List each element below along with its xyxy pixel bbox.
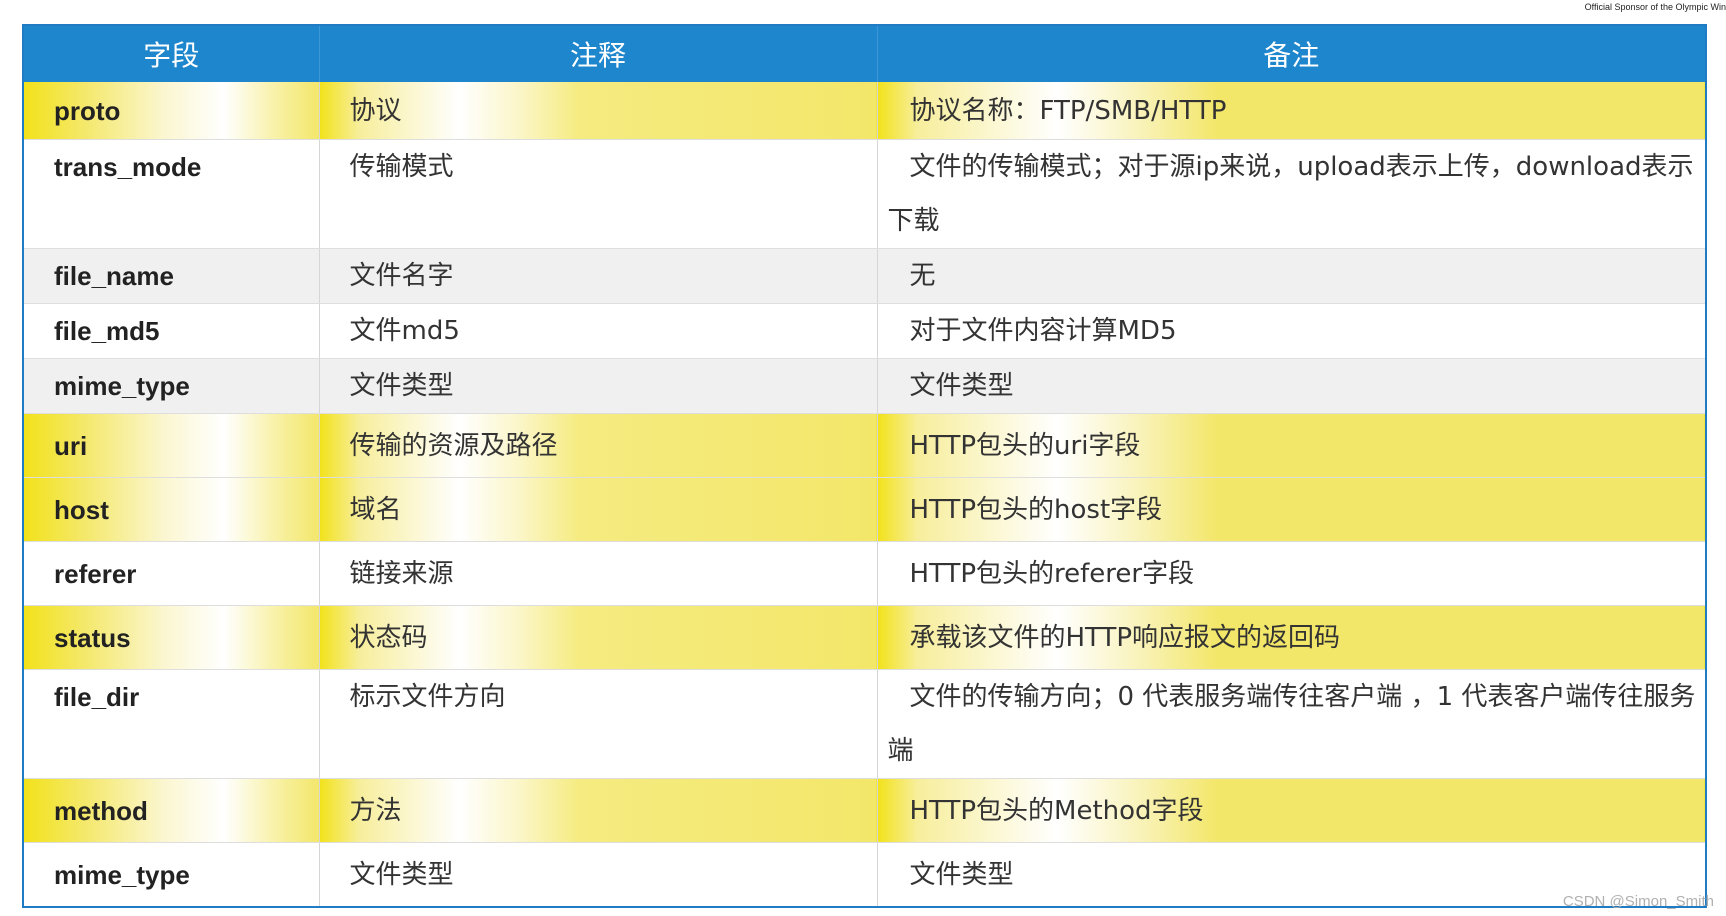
field-definition-table: 字段 注释 备注 proto 协议 协议名称：FTP/SMB/HTTP tran… <box>22 24 1707 908</box>
note-text: 文件的传输模式；对于源ip来说，upload表示上传，download表示下载 <box>887 152 1694 236</box>
description-cell: 传输的资源及路径 <box>319 413 878 478</box>
description-cell: 协议 <box>319 82 878 140</box>
field-cell: status <box>23 605 320 670</box>
table-row: file_name 文件名字 无 <box>23 248 1706 304</box>
note-cell: 对于文件内容计算MD5 <box>877 303 1706 359</box>
table-header: 字段 注释 备注 <box>23 25 1706 82</box>
note-cell: HTTP包头的host字段 <box>877 477 1706 542</box>
sponsor-caption: Official Sponsor of the Olympic Win <box>1584 2 1726 12</box>
note-text: HTTP包头的referer字段 <box>909 558 1195 589</box>
table-row: file_dir 标示文件方向 文件的传输方向；0 代表服务端传往客户端 ，1 … <box>23 669 1706 779</box>
description-cell: 方法 <box>319 778 878 843</box>
note-cell: 文件的传输方向；0 代表服务端传往客户端 ，1 代表客户端传往服务端 <box>877 669 1706 779</box>
table-row: trans_mode 传输模式 文件的传输模式；对于源ip来说，upload表示… <box>23 139 1706 249</box>
description-cell: 链接来源 <box>319 541 878 606</box>
note-text: 承载该文件的HTTP响应报文的返回码 <box>909 622 1341 653</box>
field-cell: host <box>23 477 320 542</box>
field-cell: file_name <box>23 248 320 304</box>
table-row: host 域名 HTTP包头的host字段 <box>23 477 1706 542</box>
table-row: file_md5 文件md5 对于文件内容计算MD5 <box>23 303 1706 359</box>
description-cell: 传输模式 <box>319 139 878 249</box>
note-text: 协议名称：FTP/SMB/HTTP <box>909 95 1227 126</box>
table-row: method 方法 HTTP包头的Method字段 <box>23 778 1706 843</box>
note-text: HTTP包头的host字段 <box>909 494 1163 525</box>
header-description: 注释 <box>319 25 878 82</box>
description-cell: 文件类型 <box>319 842 878 908</box>
note-cell: HTTP包头的Method字段 <box>877 778 1706 843</box>
note-text: 文件类型 <box>909 371 1014 401</box>
description-cell: 文件md5 <box>319 303 878 359</box>
note-cell: 承载该文件的HTTP响应报文的返回码 <box>877 605 1706 670</box>
description-cell: 域名 <box>319 477 878 542</box>
description-cell: 文件类型 <box>319 358 878 414</box>
table-body: proto 协议 协议名称：FTP/SMB/HTTP trans_mode 传输… <box>23 82 1706 908</box>
table-row: proto 协议 协议名称：FTP/SMB/HTTP <box>23 82 1706 140</box>
note-text: HTTP包头的Method字段 <box>909 795 1204 826</box>
field-cell: proto <box>23 82 320 140</box>
note-cell: 无 <box>877 248 1706 304</box>
field-cell: trans_mode <box>23 139 320 249</box>
note-cell: 文件的传输模式；对于源ip来说，upload表示上传，download表示下载 <box>877 139 1706 249</box>
header-row: 字段 注释 备注 <box>23 25 1706 82</box>
note-text: 无 <box>909 261 936 291</box>
field-cell: method <box>23 778 320 843</box>
header-field: 字段 <box>23 25 320 82</box>
table-row: referer 链接来源 HTTP包头的referer字段 <box>23 541 1706 606</box>
field-cell: mime_type <box>23 358 320 414</box>
note-text: 文件的传输方向；0 代表服务端传往客户端 ，1 代表客户端传往服务端 <box>887 682 1696 766</box>
field-cell: file_md5 <box>23 303 320 359</box>
description-cell: 文件名字 <box>319 248 878 304</box>
field-cell: referer <box>23 541 320 606</box>
field-cell: mime_type <box>23 842 320 908</box>
note-cell: HTTP包头的uri字段 <box>877 413 1706 478</box>
note-cell: HTTP包头的referer字段 <box>877 541 1706 606</box>
header-note: 备注 <box>877 25 1706 82</box>
note-cell: 协议名称：FTP/SMB/HTTP <box>877 82 1706 140</box>
description-cell: 状态码 <box>319 605 878 670</box>
description-cell: 标示文件方向 <box>319 669 878 779</box>
table-row: status 状态码 承载该文件的HTTP响应报文的返回码 <box>23 605 1706 670</box>
note-text: 对于文件内容计算MD5 <box>909 316 1177 346</box>
table-row: mime_type 文件类型 文件类型 <box>23 358 1706 414</box>
watermark: CSDN @Simon_Smith <box>1562 893 1714 910</box>
note-text: HTTP包头的uri字段 <box>909 430 1141 461</box>
note-cell: 文件类型 <box>877 358 1706 414</box>
table-row: uri 传输的资源及路径 HTTP包头的uri字段 <box>23 413 1706 478</box>
field-cell: file_dir <box>23 669 320 779</box>
field-cell: uri <box>23 413 320 478</box>
table-row: mime_type 文件类型 文件类型 <box>23 842 1706 908</box>
